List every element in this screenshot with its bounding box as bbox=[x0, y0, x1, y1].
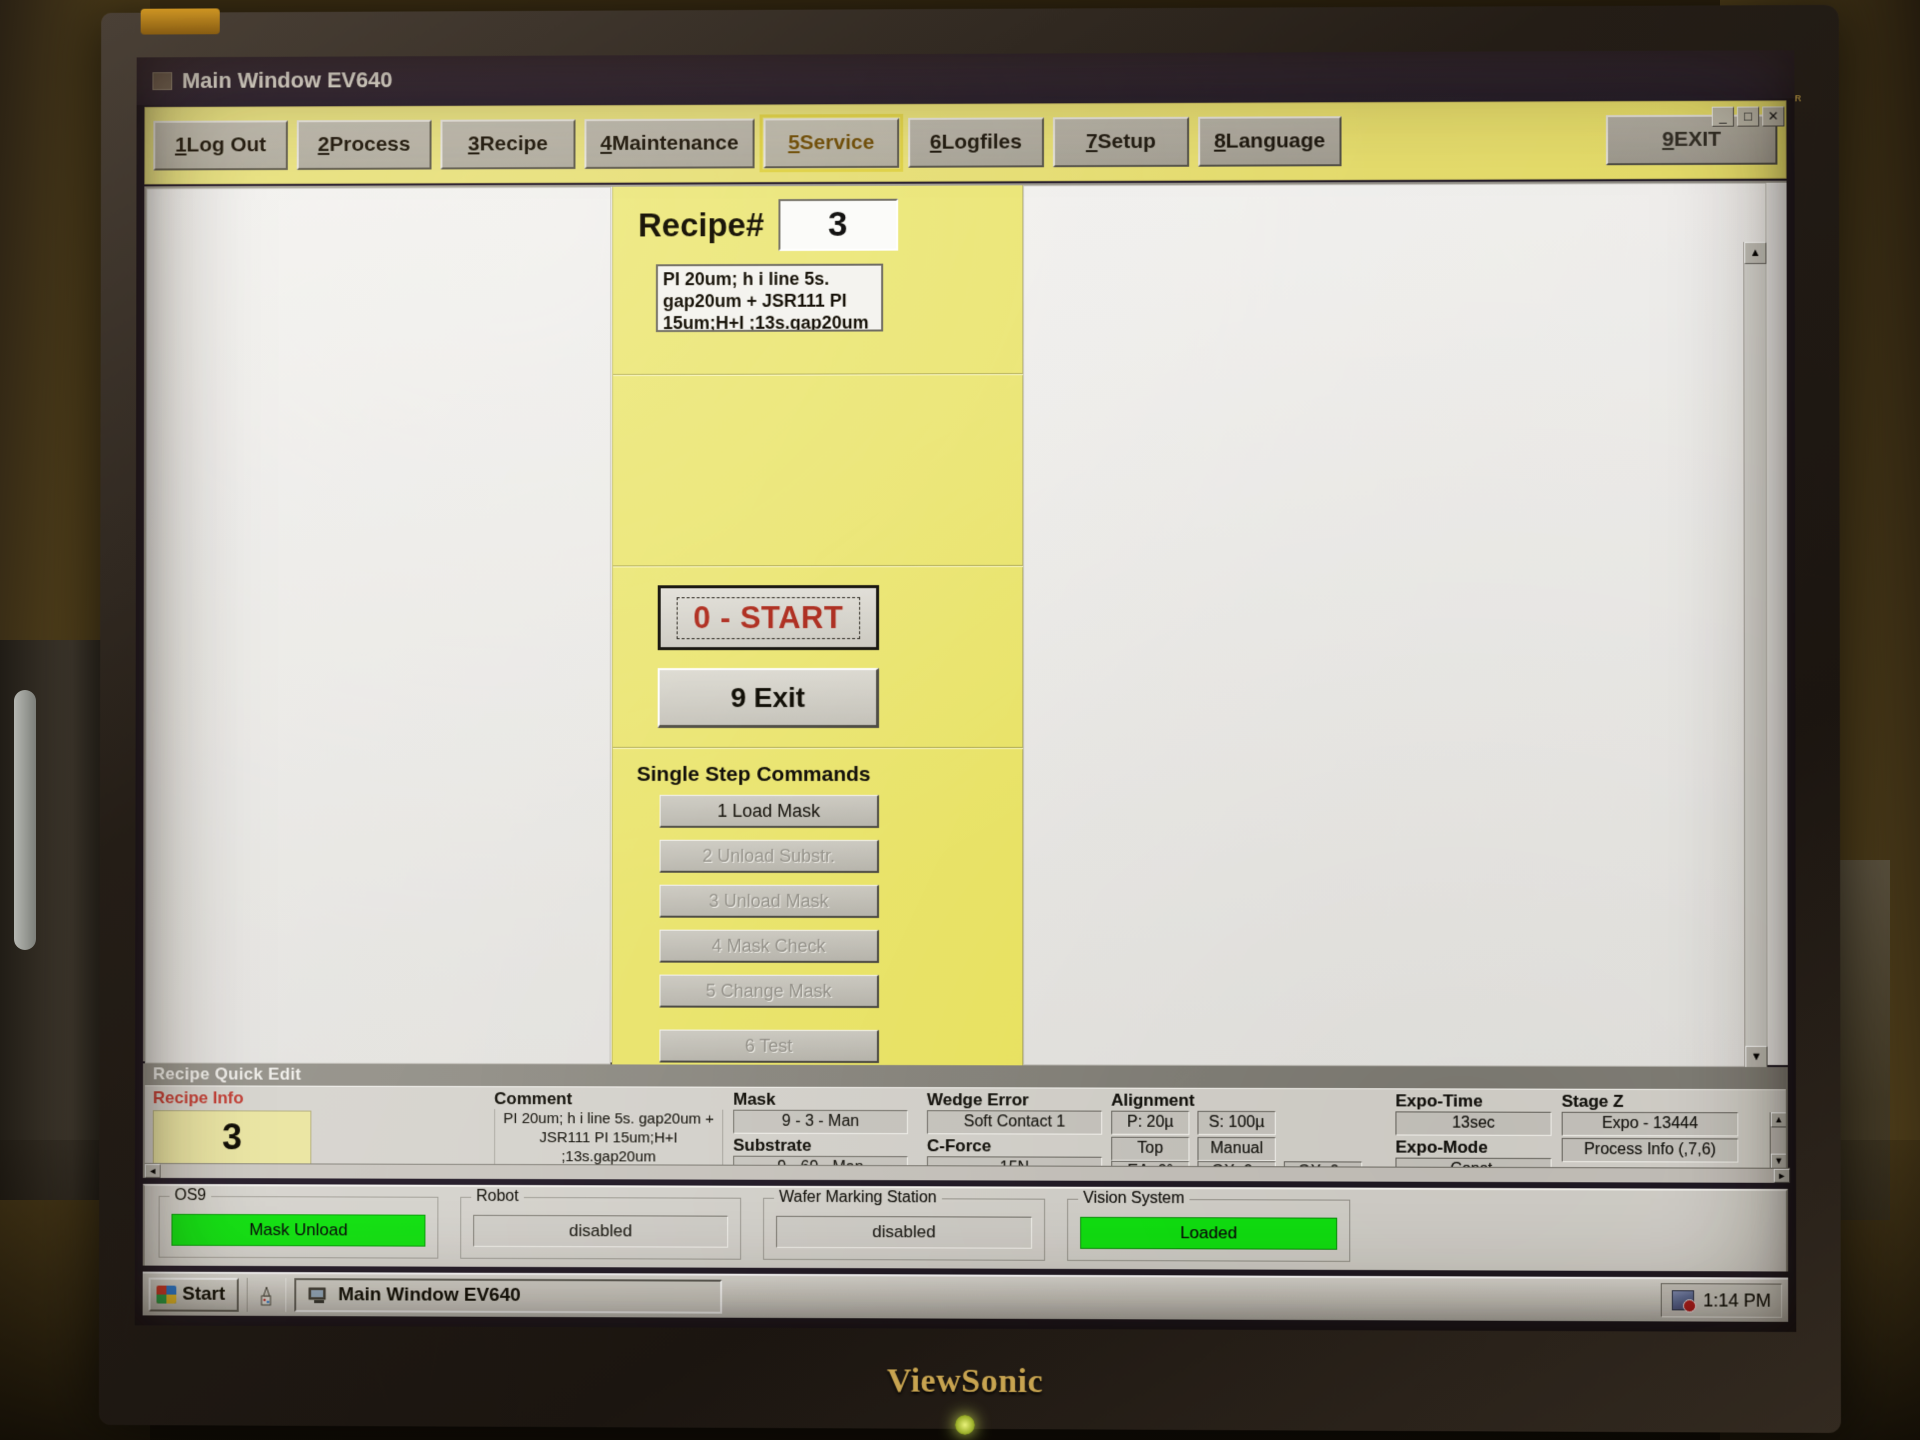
single-step-button-load-mask[interactable]: 1 Load Mask bbox=[659, 794, 880, 828]
status-caption-robot: Robot bbox=[471, 1187, 524, 1207]
status-caption-vision-system: Vision System bbox=[1078, 1189, 1190, 1209]
left-blank-panel bbox=[144, 186, 612, 1065]
exit-button[interactable]: 9 Exit bbox=[657, 668, 880, 728]
minimize-button[interactable]: _ bbox=[1711, 106, 1734, 127]
monitor-top-clip bbox=[140, 8, 220, 35]
wedge-error-label: Wedge Error bbox=[926, 1090, 1029, 1110]
status-value-os9: Mask Unload bbox=[171, 1213, 426, 1247]
single-step-button-change-mask: 5 Change Mask bbox=[659, 974, 880, 1008]
expo-time-label: Expo-Time bbox=[1395, 1091, 1483, 1111]
menu-button-logfiles[interactable]: 6 Logfiles bbox=[908, 117, 1044, 168]
start-button-taskbar[interactable]: Start bbox=[148, 1277, 240, 1312]
power-led-indicator bbox=[954, 1414, 975, 1435]
status-caption-wafer-marking-station: Wafer Marking Station bbox=[774, 1188, 942, 1208]
recipe-description-box: PI 20um; h i line 5s. gap20um + JSR111 P… bbox=[655, 263, 884, 333]
status-group-robot: Robot disabled bbox=[460, 1187, 742, 1260]
start-button-label: Start bbox=[182, 1283, 226, 1305]
c-force-label: C-Force bbox=[926, 1136, 992, 1156]
status-group-os9: OS9 Mask Unload bbox=[158, 1186, 439, 1259]
scroll-down-arrow[interactable]: ▼ bbox=[1745, 1045, 1768, 1069]
crt-monitor: VA703b ★ ENERGY STAR ViewSonic Main Wind… bbox=[98, 4, 1841, 1435]
status-group-vision-system: Vision System Loaded bbox=[1067, 1189, 1351, 1262]
window-controls[interactable]: _ □ ✕ bbox=[1711, 106, 1785, 127]
expo-mode-label: Expo-Mode bbox=[1395, 1137, 1488, 1157]
monitor-brand-label: ViewSonic bbox=[886, 1362, 1044, 1401]
main-menu-bar: 1 Log Out 2 Process 3 Recipe 4 Maintenan… bbox=[144, 100, 1787, 185]
alignment-s-value[interactable]: S: 100µ bbox=[1197, 1110, 1276, 1136]
recipe-number-label: Recipe# bbox=[638, 206, 765, 244]
menu-button-service[interactable]: 5 Service bbox=[759, 113, 904, 173]
single-step-button-unload-substr: 2 Unload Substr. bbox=[659, 839, 880, 873]
recipe-quick-edit-panel: Recipe Quick Edit Recipe Info 3 Comment … bbox=[142, 1063, 1790, 1183]
taskbar-clock[interactable]: 1:14 PM bbox=[1703, 1290, 1771, 1311]
system-status-strip: OS9 Mask Unload Robot disabled Wafer Mar… bbox=[142, 1183, 1789, 1272]
menu-button-setup[interactable]: 7 Setup bbox=[1052, 116, 1190, 168]
comment-value[interactable]: PI 20um; h i line 5s. gap20um + JSR111 P… bbox=[494, 1109, 724, 1166]
rqe-scroll-right-arrow[interactable]: ► bbox=[1773, 1168, 1790, 1183]
divider-1 bbox=[613, 373, 1025, 377]
single-step-button-mask-check: 4 Mask Check bbox=[659, 929, 880, 963]
menu-button-log-out[interactable]: 1 Log Out bbox=[153, 120, 288, 171]
right-panel-scrollbar[interactable]: ▲ ▼ bbox=[1743, 241, 1768, 1069]
status-value-vision-system: Loaded bbox=[1080, 1216, 1338, 1250]
window-title: Main Window EV640 bbox=[182, 67, 393, 93]
single-step-button-test: 6 Test bbox=[659, 1029, 879, 1064]
menu-button-maintenance[interactable]: 4 Maintenance bbox=[584, 118, 755, 169]
rqe-scroll-left-arrow[interactable]: ◄ bbox=[144, 1163, 161, 1178]
window-titlebar: Main Window EV640 bbox=[136, 50, 1795, 106]
wedge-error-value[interactable]: Soft Contact 1 bbox=[926, 1110, 1103, 1135]
recipe-info-label: Recipe Info bbox=[152, 1088, 244, 1108]
recipe-quick-edit-body: Recipe Info 3 Comment PI 20um; h i line … bbox=[144, 1085, 1786, 1168]
windows-logo-icon bbox=[156, 1285, 177, 1304]
right-blank-panel: ▲ ▼ bbox=[1022, 182, 1768, 1069]
taskbar-item-label: Main Window EV640 bbox=[338, 1284, 521, 1306]
start-button-label: 0 - START bbox=[676, 596, 861, 639]
rqe-scroll-up-arrow[interactable]: ▲ bbox=[1770, 1112, 1786, 1128]
monitor-screen: Main Window EV640 _ □ ✕ 1 Log Out 2 Proc… bbox=[134, 50, 1797, 1332]
system-tray: 1:14 PM bbox=[1660, 1283, 1783, 1318]
windows-taskbar: Start Main Window EV640 1:14 PM bbox=[142, 1271, 1789, 1322]
application-icon bbox=[308, 1286, 330, 1304]
menu-button-language[interactable]: 8 Language bbox=[1198, 116, 1342, 167]
status-value-robot: disabled bbox=[473, 1214, 729, 1248]
recipe-quick-edit-vscrollbar[interactable]: ▲ ▼ bbox=[1769, 1112, 1786, 1168]
quick-launch-paint-icon[interactable] bbox=[246, 1277, 287, 1312]
single-step-button-unload-mask: 3 Unload Mask bbox=[659, 884, 880, 918]
start-button[interactable]: 0 - START bbox=[657, 585, 880, 651]
status-value-wafer-marking-station: disabled bbox=[776, 1215, 1033, 1249]
process-info-value[interactable]: Process Info (,7,6) bbox=[1561, 1137, 1739, 1163]
recipe-number-value[interactable]: 3 bbox=[778, 198, 898, 251]
menu-button-process[interactable]: 2 Process bbox=[296, 119, 432, 170]
status-caption-os9: OS9 bbox=[169, 1186, 212, 1206]
close-button[interactable]: ✕ bbox=[1762, 106, 1785, 127]
network-disconnected-icon[interactable] bbox=[1671, 1290, 1695, 1311]
single-step-commands-title: Single Step Commands bbox=[636, 762, 871, 786]
service-center-panel: Recipe# 3 PI 20um; h i line 5s. gap20um … bbox=[611, 185, 1025, 1066]
window-client-area: Recipe# 3 PI 20um; h i line 5s. gap20um … bbox=[143, 180, 1788, 1069]
taskbar-item-main-window[interactable]: Main Window EV640 bbox=[294, 1278, 723, 1314]
status-group-wafer-marking-station: Wafer Marking Station disabled bbox=[763, 1188, 1046, 1261]
recipe-info-value[interactable]: 3 bbox=[152, 1110, 312, 1165]
stage-z-value[interactable]: Expo - 13444 bbox=[1561, 1111, 1739, 1137]
alignment-p-value[interactable]: P: 20µ bbox=[1111, 1110, 1190, 1135]
recipe-number-row: Recipe# 3 bbox=[638, 197, 997, 252]
maximize-button[interactable]: □ bbox=[1736, 106, 1760, 127]
comment-label: Comment bbox=[494, 1089, 573, 1109]
expo-time-value[interactable]: 13sec bbox=[1395, 1111, 1552, 1136]
substrate-label: Substrate bbox=[733, 1135, 812, 1155]
divider-2 bbox=[612, 564, 1025, 568]
background-tube bbox=[14, 690, 36, 950]
mask-value[interactable]: 9 - 3 - Man bbox=[733, 1109, 908, 1135]
mask-label: Mask bbox=[733, 1089, 776, 1109]
divider-3 bbox=[612, 746, 1025, 750]
stage-z-label: Stage Z bbox=[1561, 1091, 1624, 1111]
system-menu-icon[interactable] bbox=[152, 72, 173, 91]
menu-button-recipe[interactable]: 3 Recipe bbox=[440, 119, 576, 170]
alignment-label: Alignment bbox=[1111, 1090, 1195, 1110]
scroll-up-arrow[interactable]: ▲ bbox=[1744, 241, 1767, 265]
photograph-of-workstation: VA703b ★ ENERGY STAR ViewSonic Main Wind… bbox=[0, 0, 1920, 1440]
rqe-scroll-down-arrow[interactable]: ▼ bbox=[1770, 1153, 1786, 1168]
alignment-top-value[interactable]: Top bbox=[1111, 1136, 1190, 1162]
alignment-manual-value[interactable]: Manual bbox=[1197, 1136, 1276, 1162]
